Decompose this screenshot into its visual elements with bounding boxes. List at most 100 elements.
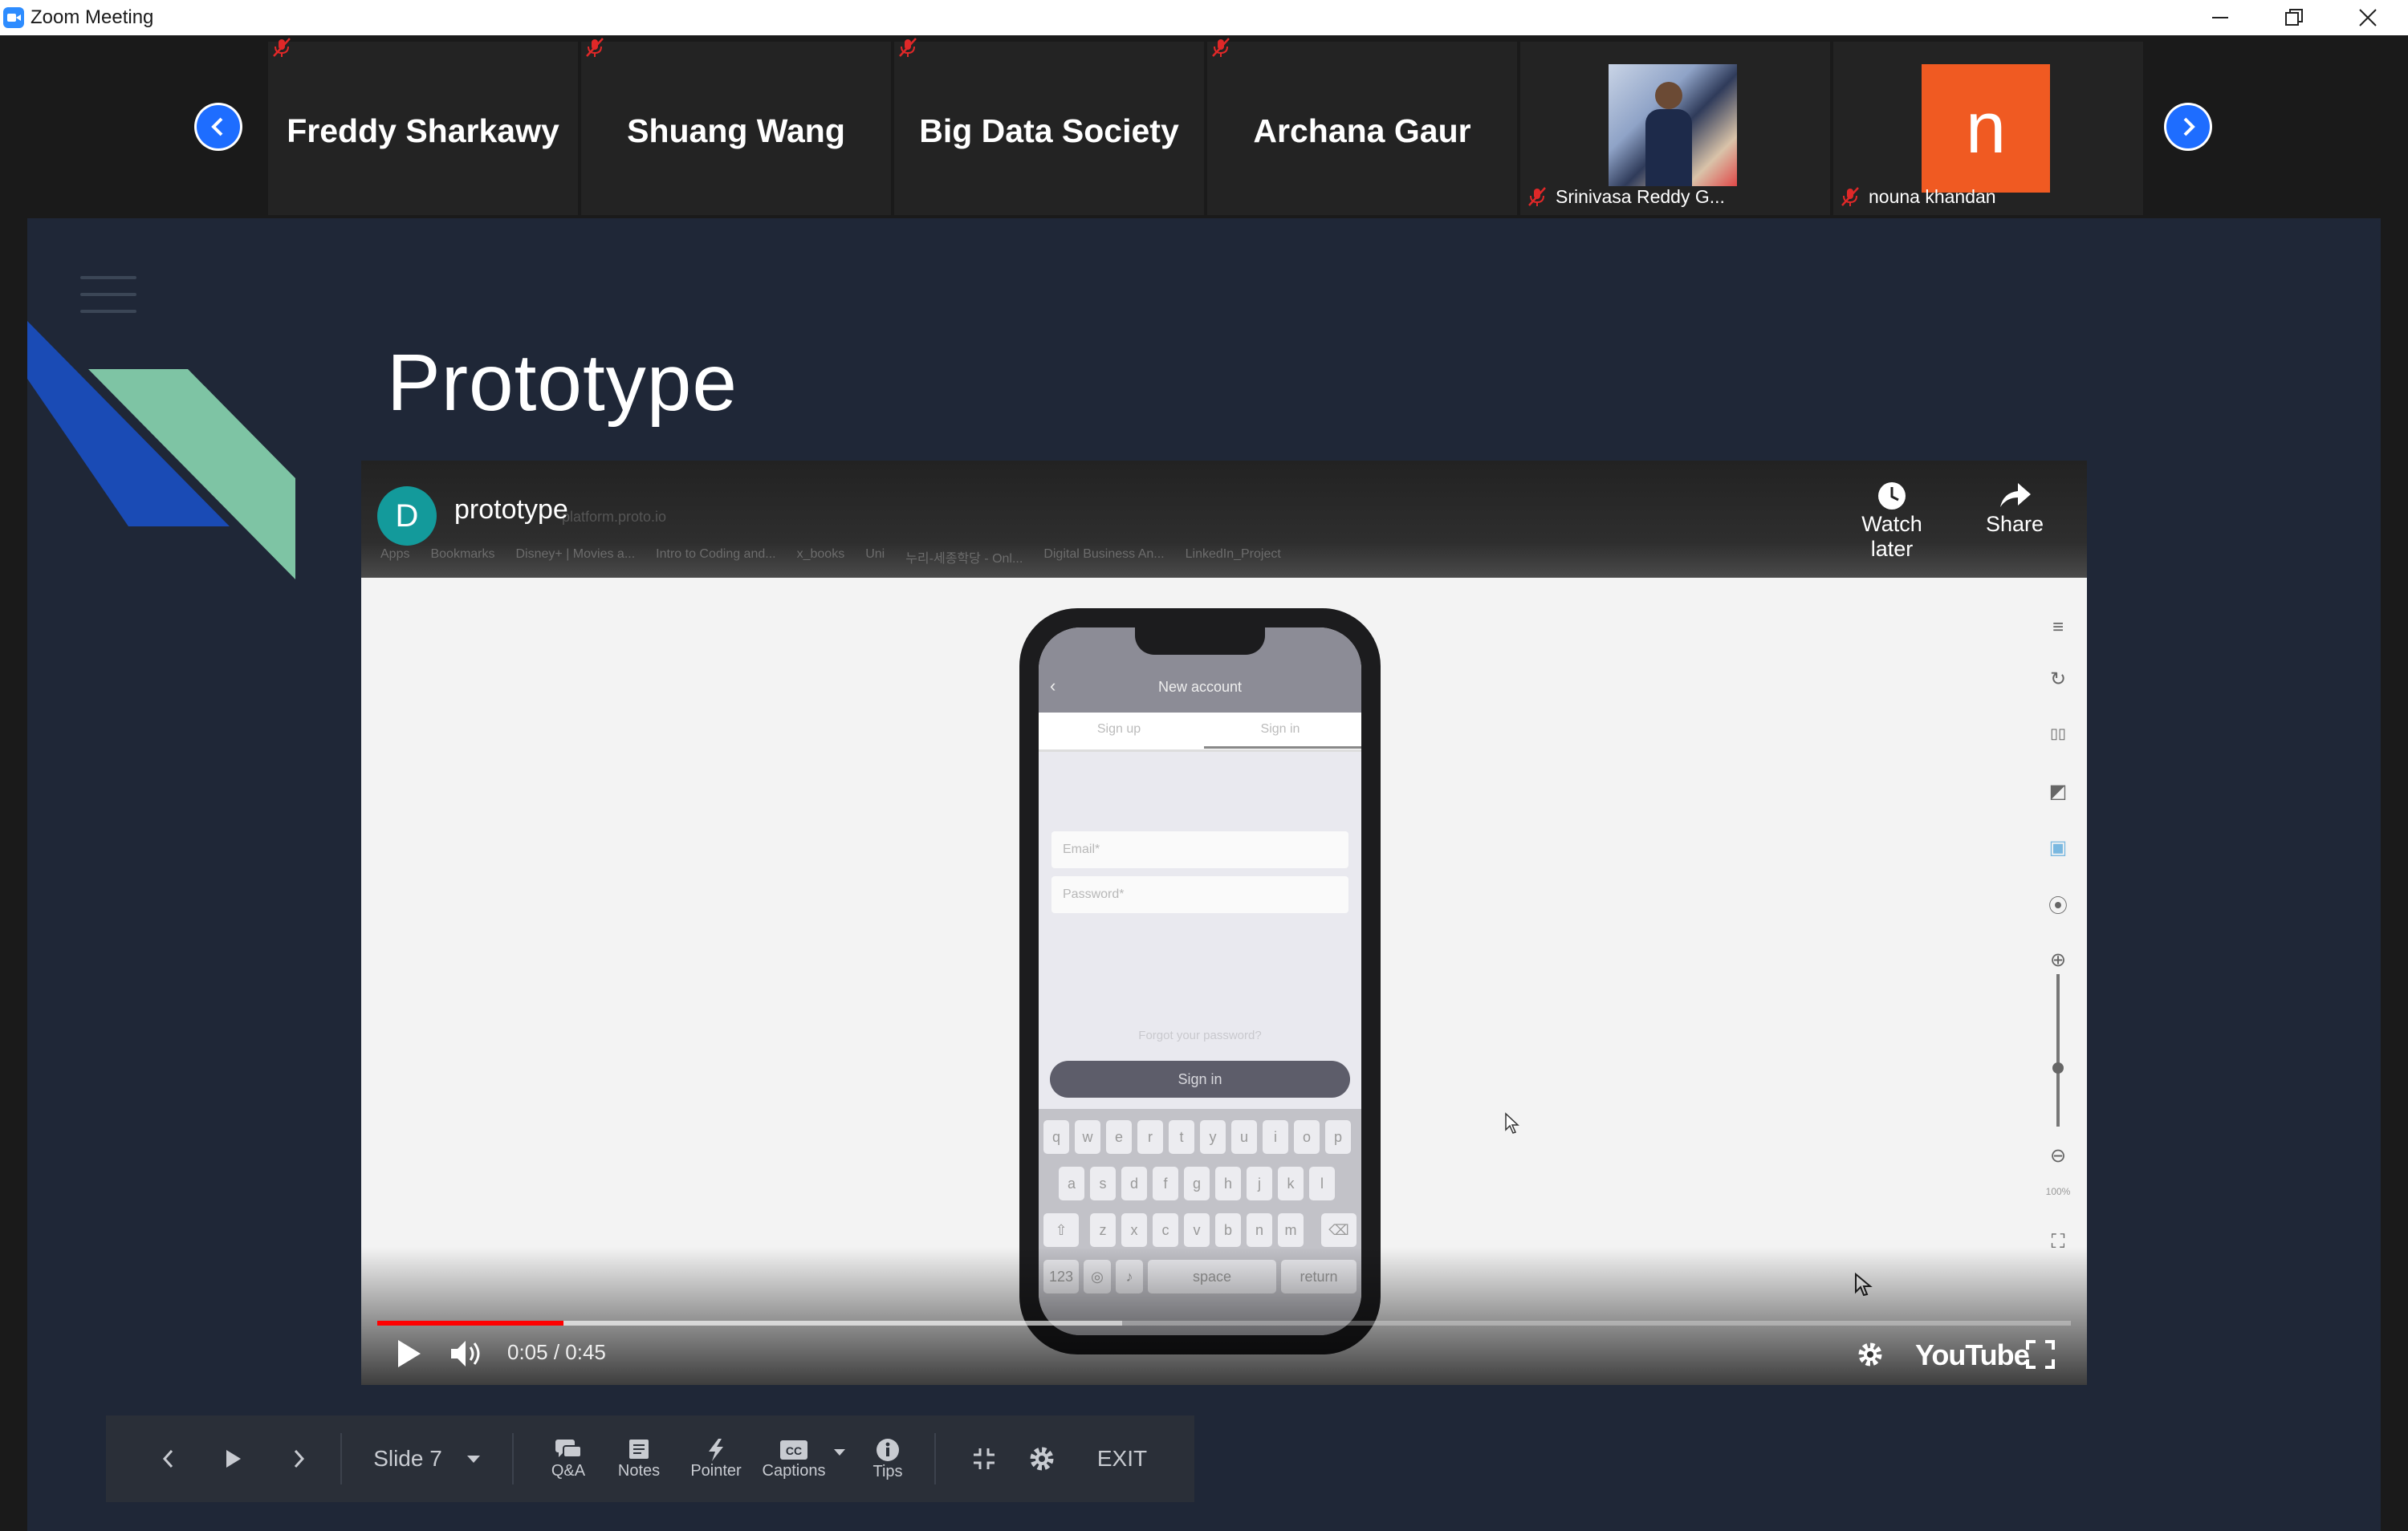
refresh-icon[interactable]: ↻ xyxy=(2044,664,2072,693)
zoom-slider-thumb[interactable] xyxy=(2052,1062,2064,1074)
key: k xyxy=(1278,1167,1304,1200)
share-label: Share xyxy=(1985,512,2044,536)
pointer-button[interactable]: Pointer xyxy=(676,1415,756,1502)
notes-icon xyxy=(629,1439,649,1459)
youtube-embed-player[interactable]: platform.proto.io Apps Bookmarks Disney+… xyxy=(361,461,2087,1385)
key: w xyxy=(1075,1120,1100,1154)
qa-button[interactable]: Q&A xyxy=(536,1415,600,1502)
share-button[interactable]: Share xyxy=(1983,480,2047,537)
exit-label: EXIT xyxy=(1096,1446,1148,1471)
tab-sign-in[interactable]: Sign in xyxy=(1199,722,1361,737)
bookmark: x_books xyxy=(796,547,845,561)
bookmark: Digital Business An... xyxy=(1043,547,1165,561)
participant-tile[interactable]: Big Data Society xyxy=(894,38,1204,215)
hotspot-icon[interactable]: ▣ xyxy=(2044,833,2072,862)
tab-sign-up[interactable]: Sign up xyxy=(1039,722,1199,737)
volume-icon[interactable] xyxy=(449,1338,486,1369)
slide-selector[interactable]: Slide 7 xyxy=(355,1415,499,1502)
gallery-next-button[interactable] xyxy=(2164,103,2212,151)
key: o xyxy=(1294,1120,1320,1154)
notes-label: Notes xyxy=(617,1461,661,1480)
captions-button[interactable]: CC Captions xyxy=(758,1415,851,1502)
key: e xyxy=(1106,1120,1132,1154)
gallery-prev-button[interactable] xyxy=(194,103,242,151)
tips-button[interactable]: Tips xyxy=(856,1415,920,1502)
mic-muted-icon xyxy=(584,37,605,58)
broadcast-icon[interactable]: ⦿ xyxy=(2044,889,2072,918)
app-header-title: New account xyxy=(1157,679,1243,695)
notes-button[interactable]: Notes xyxy=(607,1415,671,1502)
participant-tile[interactable]: Archana Gaur xyxy=(1207,38,1517,215)
slide-selector-label: Slide 7 xyxy=(373,1446,442,1471)
progress-played[interactable] xyxy=(377,1321,563,1326)
browser-bookmarks-bar: Apps Bookmarks Disney+ | Movies a... Int… xyxy=(380,547,1281,567)
slide-title: Prototype xyxy=(387,338,738,428)
youtube-logo[interactable]: YouTube xyxy=(1915,1338,2030,1372)
bookmark: Apps xyxy=(380,547,410,561)
key: z xyxy=(1090,1213,1116,1247)
shift-key: ⇧ xyxy=(1043,1213,1079,1247)
captions-label: Captions xyxy=(762,1461,826,1480)
participant-name: nouna khandan xyxy=(1869,186,1996,207)
next-slide-button[interactable] xyxy=(283,1415,315,1502)
participant-tile[interactable]: Shuang Wang xyxy=(581,38,891,215)
key: x xyxy=(1121,1213,1147,1247)
restore-button[interactable] xyxy=(2257,0,2331,35)
exit-slideshow-button[interactable]: EXIT xyxy=(1082,1415,1162,1502)
tips-label: Tips xyxy=(872,1462,903,1480)
contrast-icon[interactable]: ◩ xyxy=(2044,777,2072,806)
settings-gear-icon[interactable] xyxy=(1856,1340,1885,1369)
dropdown-arrow-icon xyxy=(466,1456,480,1463)
qa-label: Q&A xyxy=(551,1461,586,1480)
sign-in-button[interactable]: Sign in xyxy=(1050,1061,1350,1098)
participant-tile[interactable]: Srinivasa Reddy G... xyxy=(1520,42,1830,215)
fullscreen-icon[interactable] xyxy=(2026,1340,2055,1369)
key: r xyxy=(1137,1120,1163,1154)
channel-avatar[interactable]: D xyxy=(377,486,437,546)
bookmark: Intro to Coding and... xyxy=(656,547,776,561)
restore-icon xyxy=(2285,9,2303,26)
toolbar-divider xyxy=(512,1433,514,1484)
participant-tile[interactable]: n nouna khandan xyxy=(1833,42,2143,215)
previous-slide-button[interactable] xyxy=(153,1415,185,1502)
slideshow-toolbar: Slide 7 Q&A Notes Pointer CC Captions Ti… xyxy=(106,1415,1194,1502)
close-button[interactable] xyxy=(2331,0,2405,35)
info-icon xyxy=(877,1438,899,1461)
mouse-cursor-icon xyxy=(1505,1112,1519,1134)
slideshow-settings-button[interactable] xyxy=(1018,1415,1066,1502)
phone-screen: ‹ New account Sign up Sign in Email* Pas… xyxy=(1039,627,1361,1335)
participant-name: Archana Gaur xyxy=(1253,112,1471,149)
participant-tile[interactable]: Freddy Sharkawy xyxy=(268,38,578,215)
menu-icon[interactable]: ≡ xyxy=(2044,613,2072,642)
key: l xyxy=(1309,1167,1335,1200)
exit-fullscreen-button[interactable] xyxy=(960,1415,1008,1502)
zoom-slider-track[interactable] xyxy=(2056,974,2060,1127)
password-field[interactable]: Password* xyxy=(1051,876,1348,913)
chevron-left-icon xyxy=(211,117,223,136)
email-field[interactable]: Email* xyxy=(1051,831,1348,868)
bookmark: Uni xyxy=(865,547,885,561)
participant-name: Freddy Sharkawy xyxy=(287,112,559,149)
play-slideshow-button[interactable] xyxy=(217,1415,249,1502)
key: n xyxy=(1247,1213,1272,1247)
watch-later-button[interactable]: Watch later xyxy=(1840,480,1944,562)
qa-chat-icon xyxy=(555,1439,582,1458)
mic-muted-icon xyxy=(271,37,292,58)
dropdown-arrow-icon[interactable] xyxy=(833,1448,846,1456)
device-icon[interactable]: ▯▯ xyxy=(2044,719,2072,748)
video-title[interactable]: prototype xyxy=(454,494,568,526)
key: a xyxy=(1059,1167,1084,1200)
participant-name: Shuang Wang xyxy=(627,112,845,149)
slide-menu-icon[interactable] xyxy=(80,276,136,327)
key: u xyxy=(1231,1120,1257,1154)
chevron-left-icon xyxy=(162,1449,173,1468)
minimize-button[interactable] xyxy=(2183,0,2257,35)
key: p xyxy=(1325,1120,1351,1154)
svg-text:CC: CC xyxy=(786,1444,802,1457)
zoom-out-icon[interactable]: ⊖ xyxy=(2044,1141,2072,1170)
key: v xyxy=(1184,1213,1210,1247)
zoom-in-icon[interactable]: ⊕ xyxy=(2044,945,2072,974)
play-icon[interactable] xyxy=(395,1338,422,1369)
forgot-password-link[interactable]: Forgot your password? xyxy=(1039,1029,1361,1042)
slide-accent-shapes xyxy=(27,321,295,579)
